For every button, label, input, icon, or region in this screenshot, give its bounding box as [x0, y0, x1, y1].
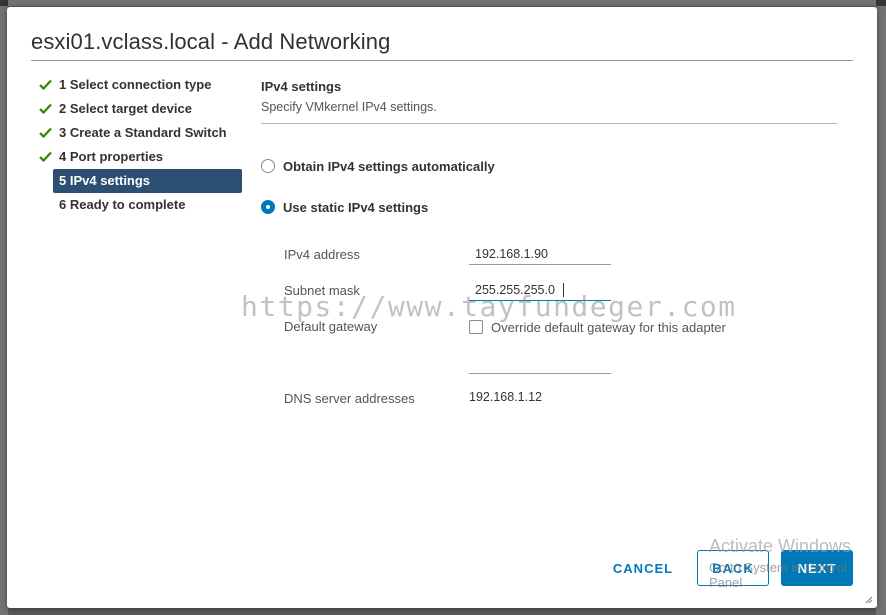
step-port-properties[interactable]: 4 Port properties: [35, 145, 245, 169]
step-label: 4 Port properties: [59, 149, 164, 164]
checkmark-icon: [39, 97, 53, 121]
step-ipv4-settings[interactable]: 5 IPv4 settings: [53, 169, 242, 193]
checkmark-icon: [39, 73, 53, 97]
background-overlay-right: [876, 0, 886, 615]
ipv4-address-label: IPv4 address: [284, 247, 360, 262]
step-label: 1 Select connection type: [59, 77, 212, 92]
radio-label: Obtain IPv4 settings automatically: [283, 158, 495, 174]
radio-label: Use static IPv4 settings: [283, 199, 429, 215]
title-divider: [31, 60, 853, 61]
step-label: 3 Create a Standard Switch: [59, 125, 227, 140]
ipv4-address-input[interactable]: [469, 243, 611, 265]
radio-button[interactable]: [261, 159, 275, 173]
radio-obtain-automatically[interactable]: Obtain IPv4 settings automatically: [261, 157, 495, 175]
section-description: Specify VMkernel IPv4 settings.: [261, 100, 437, 114]
add-networking-dialog: esxi01.vclass.local - Add Networking 1 S…: [7, 7, 877, 608]
step-label: 2 Select target device: [59, 101, 192, 116]
override-gateway-label: Override default gateway for this adapte…: [491, 319, 726, 335]
default-gateway-label: Default gateway: [284, 319, 378, 334]
step-select-target-device[interactable]: 2 Select target device: [35, 97, 245, 121]
step-select-connection-type[interactable]: 1 Select connection type: [35, 73, 245, 97]
section-title: IPv4 settings: [261, 79, 342, 94]
override-gateway-option[interactable]: Override default gateway for this adapte…: [469, 318, 726, 336]
back-button[interactable]: BACK: [697, 550, 769, 586]
subnet-mask-label: Subnet mask: [284, 283, 360, 298]
dns-server-label: DNS server addresses: [284, 391, 415, 406]
gateway-input[interactable]: [469, 352, 611, 374]
step-label: 5 IPv4 settings: [59, 173, 151, 188]
checkmark-icon: [39, 121, 53, 145]
text-cursor: [563, 283, 564, 297]
step-create-standard-switch[interactable]: 3 Create a Standard Switch: [35, 121, 245, 145]
subnet-mask-input[interactable]: [469, 279, 611, 301]
dns-server-value[interactable]: 192.168.1.12: [469, 390, 542, 404]
radio-use-static[interactable]: Use static IPv4 settings: [261, 198, 428, 216]
step-ready-to-complete[interactable]: 6 Ready to complete: [35, 193, 245, 217]
step-label: 6 Ready to complete: [59, 197, 186, 212]
override-gateway-checkbox[interactable]: [469, 320, 483, 334]
checkmark-icon: [39, 145, 53, 169]
resize-grip-icon[interactable]: [865, 596, 873, 604]
background-overlay-top: [0, 0, 886, 6]
cancel-button[interactable]: CANCEL: [601, 550, 685, 586]
section-divider: [261, 123, 837, 124]
next-button[interactable]: NEXT: [781, 550, 853, 586]
dialog-title: esxi01.vclass.local - Add Networking: [31, 29, 391, 54]
radio-button[interactable]: [261, 200, 275, 214]
wizard-steps: 1 Select connection type 2 Select target…: [35, 73, 245, 217]
